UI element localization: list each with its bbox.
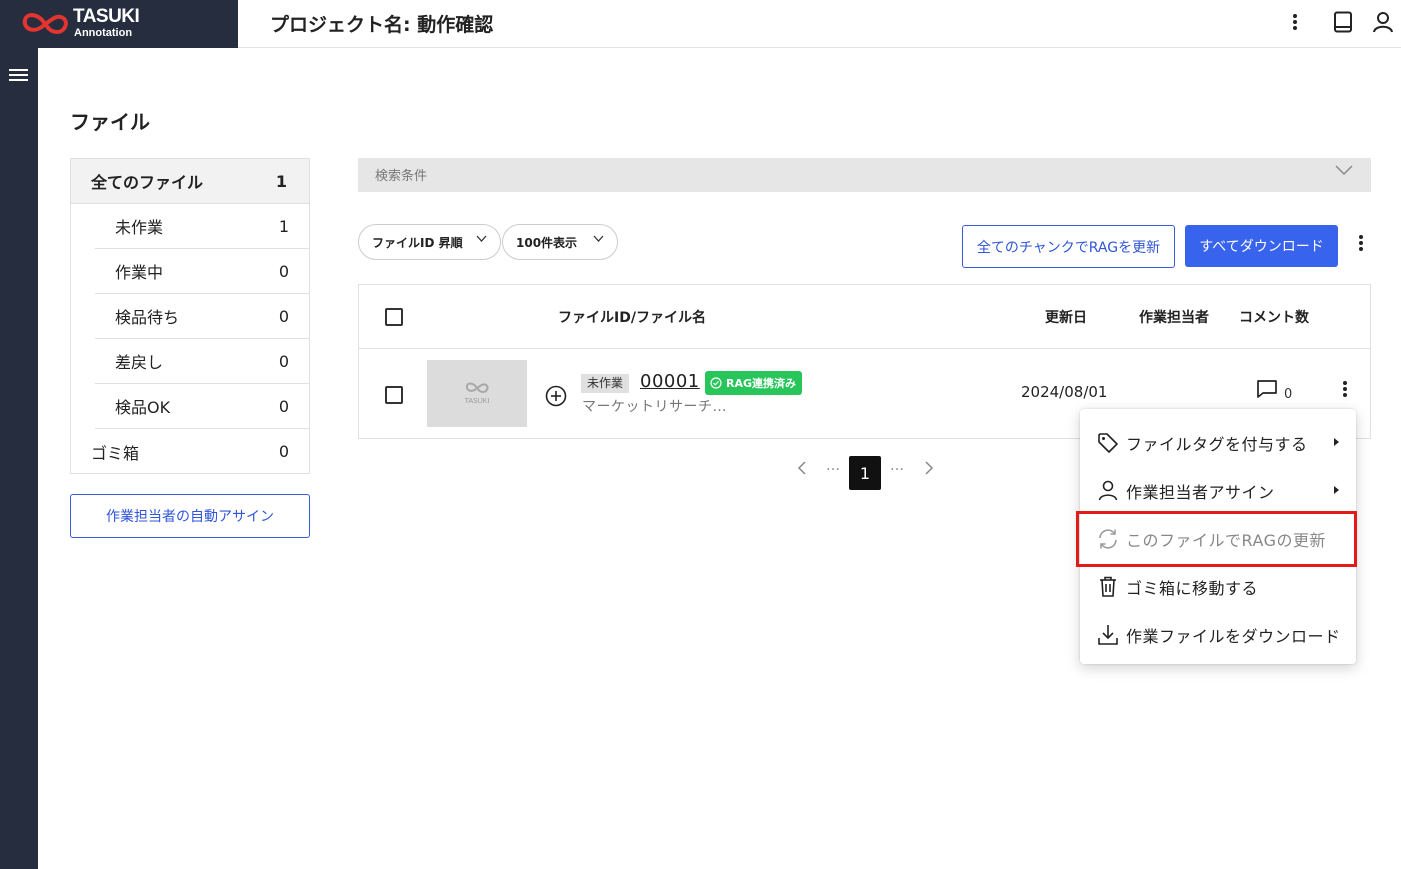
file-id-link[interactable]: 00001 xyxy=(640,371,700,392)
pagination-ellipsis: … xyxy=(890,458,904,474)
status-awaiting-review[interactable]: 検品待ち 0 xyxy=(95,294,309,339)
refresh-icon xyxy=(1099,529,1117,549)
rag-badge-label: RAG連携済み xyxy=(726,377,797,390)
status-review-ok[interactable]: 検品OK 0 xyxy=(95,384,309,429)
toolbar-more-icon[interactable] xyxy=(1351,235,1371,259)
status-count: 0 xyxy=(278,261,289,281)
column-header-file: ファイルID/ファイル名 xyxy=(558,310,706,326)
status-in-progress[interactable]: 作業中 0 xyxy=(95,249,309,294)
column-header-updated: 更新日 xyxy=(1045,310,1087,326)
rag-linked-badge: RAG連携済み xyxy=(705,371,803,395)
sort-select-value: ファイルID 昇順 xyxy=(372,235,463,250)
thumbnail-label: TASUKI xyxy=(464,398,490,405)
status-count: 1 xyxy=(278,216,289,236)
person-icon xyxy=(1098,480,1118,501)
select-all-checkbox[interactable] xyxy=(385,308,403,326)
chevron-down-icon xyxy=(476,235,487,242)
auto-assign-button[interactable]: 作業担当者の自動アサイン xyxy=(70,494,310,538)
updated-date: 2024/08/01 xyxy=(1021,383,1108,401)
row-checkbox[interactable] xyxy=(385,386,403,404)
more-vert-icon[interactable] xyxy=(1281,8,1309,36)
status-label: ゴミ箱 xyxy=(91,443,140,463)
status-label: 全てのファイル xyxy=(91,173,204,192)
side-rail xyxy=(0,48,38,869)
menu-item-label: ファイルタグを付与する xyxy=(1126,435,1308,454)
sort-select[interactable]: ファイルID 昇順 xyxy=(358,224,501,260)
menu-item-rag-update-file[interactable]: このファイルでRAGの更新 xyxy=(1080,515,1356,563)
section-heading: ファイル xyxy=(70,110,150,134)
menu-item-move-to-trash[interactable]: ゴミ箱に移動する xyxy=(1080,563,1356,611)
status-all-files[interactable]: 全てのファイル 1 xyxy=(71,159,309,204)
app-logo[interactable]: TASUKI Annotation xyxy=(0,0,238,48)
status-count: 1 xyxy=(275,171,287,191)
download-all-button[interactable]: すべてダウンロード xyxy=(1185,225,1338,267)
status-filter-panel: 全てのファイル 1 未作業 1 作業中 0 検品待ち 0 差戻し 0 検品OK … xyxy=(70,158,310,474)
menu-item-add-tag[interactable]: ファイルタグを付与する xyxy=(1080,419,1356,467)
status-label: 未作業 xyxy=(115,218,164,237)
file-thumbnail[interactable]: TASUKI xyxy=(427,360,527,427)
manual-book-icon[interactable] xyxy=(1329,8,1357,36)
comment-icon xyxy=(1257,380,1277,398)
logo-text: TASUKI xyxy=(73,6,140,27)
menu-item-label: このファイルでRAGの更新 xyxy=(1126,531,1327,550)
tag-icon xyxy=(1098,433,1118,453)
chevron-down-icon xyxy=(593,235,604,242)
row-more-icon[interactable] xyxy=(1335,381,1355,405)
file-context-menu: ファイルタグを付与する 作業担当者アサイン このファイルでRAGの更新 ゴミ箱に… xyxy=(1080,409,1356,664)
submenu-arrow-icon xyxy=(1334,438,1339,446)
comment-button[interactable]: 0 xyxy=(1256,379,1296,403)
menu-item-download-work-file[interactable]: 作業ファイルをダウンロード xyxy=(1080,611,1356,659)
status-count: 0 xyxy=(278,396,289,416)
file-name: マーケットリサーチ… xyxy=(582,399,727,415)
logo-icon xyxy=(465,382,489,394)
status-returned[interactable]: 差戻し 0 xyxy=(95,339,309,384)
submenu-arrow-icon xyxy=(1334,486,1339,494)
check-circle-icon xyxy=(710,377,722,389)
search-label: 検索条件 xyxy=(375,169,428,184)
status-label: 検品待ち xyxy=(115,308,180,327)
status-not-started[interactable]: 未作業 1 xyxy=(95,204,309,249)
status-label: 差戻し xyxy=(115,353,164,372)
menu-item-label: 作業担当者アサイン xyxy=(1126,483,1275,502)
trash-icon xyxy=(1100,576,1116,597)
status-trash[interactable]: ゴミ箱 0 xyxy=(71,429,309,474)
status-count: 0 xyxy=(278,306,289,326)
account-icon[interactable] xyxy=(1369,8,1397,36)
menu-item-label: 作業ファイルをダウンロード xyxy=(1126,627,1341,646)
logo-icon xyxy=(22,13,68,35)
menu-item-label: ゴミ箱に移動する xyxy=(1126,579,1259,598)
table-header: ファイルID/ファイル名 更新日 作業担当者 コメント数 xyxy=(359,285,1370,349)
rag-update-all-button[interactable]: 全てのチャンクでRAGを更新 xyxy=(962,225,1175,268)
next-page-icon[interactable] xyxy=(922,459,936,477)
page-title: プロジェクト名: 動作確認 xyxy=(270,14,494,36)
menu-item-assign-worker[interactable]: 作業担当者アサイン xyxy=(1080,467,1356,515)
status-count: 0 xyxy=(278,351,289,371)
status-label: 検品OK xyxy=(115,398,171,417)
status-count: 0 xyxy=(278,442,289,461)
chevron-down-icon xyxy=(1335,165,1353,176)
status-label: 作業中 xyxy=(115,263,164,282)
top-header: TASUKI Annotation プロジェクト名: 動作確認 xyxy=(0,0,1401,48)
menu-icon[interactable] xyxy=(9,69,28,83)
column-header-comments: コメント数 xyxy=(1239,310,1309,326)
pagination-ellipsis: … xyxy=(826,458,840,474)
add-circle-icon[interactable] xyxy=(545,385,567,407)
logo-subtext: Annotation xyxy=(74,27,133,39)
column-header-assignee: 作業担当者 xyxy=(1139,310,1209,326)
per-page-select[interactable]: 100件表示 xyxy=(502,224,618,260)
status-badge: 未作業 xyxy=(581,374,630,393)
download-icon xyxy=(1098,625,1118,645)
prev-page-icon[interactable] xyxy=(795,459,809,477)
comment-count: 0 xyxy=(1284,387,1293,402)
search-conditions-toggle[interactable]: 検索条件 xyxy=(358,158,1371,192)
per-page-value: 100件表示 xyxy=(516,235,578,250)
page-button-current[interactable]: 1 xyxy=(849,456,881,490)
